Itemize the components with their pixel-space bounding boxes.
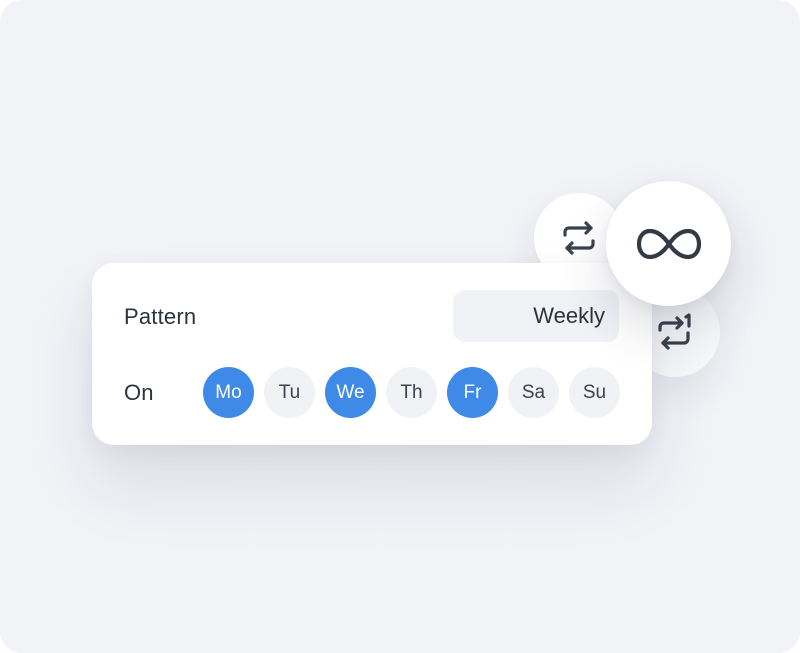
repeat-icon (559, 218, 599, 258)
on-label: On (124, 380, 154, 405)
day-toggle-mo[interactable]: Mo (203, 367, 254, 418)
app-background: Pattern Weekly On Mo Tu We Th Fr Sa Su (0, 0, 800, 653)
weekday-picker: Mo Tu We Th Fr Sa Su (203, 367, 620, 418)
day-toggle-fr[interactable]: Fr (447, 367, 498, 418)
recurrence-card: Pattern Weekly On Mo Tu We Th Fr Sa Su (92, 263, 652, 445)
repeat-one-icon (653, 310, 697, 354)
day-toggle-tu[interactable]: Tu (264, 367, 315, 418)
pattern-dropdown[interactable]: Weekly (453, 290, 619, 342)
day-toggle-th[interactable]: Th (386, 367, 437, 418)
pattern-label: Pattern (124, 304, 197, 329)
infinity-icon (636, 226, 702, 262)
day-toggle-su[interactable]: Su (569, 367, 620, 418)
day-toggle-we[interactable]: We (325, 367, 376, 418)
day-toggle-sa[interactable]: Sa (508, 367, 559, 418)
infinite-button[interactable] (606, 181, 731, 306)
